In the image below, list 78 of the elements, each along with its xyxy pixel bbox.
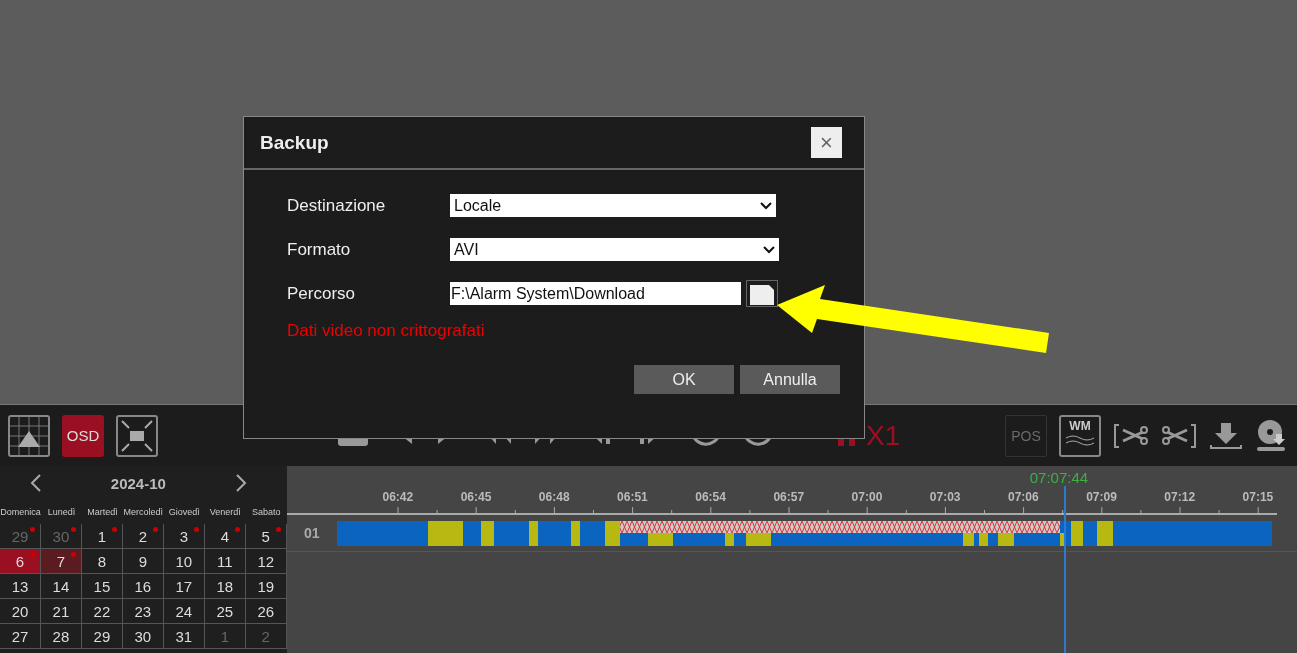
path-input-field[interactable]: F:\Alarm System\Download	[450, 282, 741, 305]
calendar-day[interactable]: 26	[245, 599, 287, 624]
calendar-day[interactable]: 19	[245, 574, 287, 599]
time-tick-label: 06:57	[772, 490, 806, 504]
time-tick-label: 07:09	[1085, 490, 1118, 504]
calendar-day[interactable]: 18	[204, 574, 246, 599]
field-label: Formato	[287, 239, 352, 260]
previous-month-icon[interactable]	[30, 474, 42, 492]
close-button[interactable]: ×	[811, 127, 842, 158]
calendar-day[interactable]: 30	[122, 624, 164, 649]
calendar-day[interactable]: 29	[81, 624, 123, 649]
watermark-button[interactable]: WM	[1059, 414, 1101, 457]
calendar-day[interactable]: 28	[40, 624, 82, 649]
speed-label: X1	[866, 419, 901, 452]
weekday-label: Domenica	[0, 506, 41, 519]
calendar-day[interactable]: 14	[40, 574, 82, 599]
playhead-line[interactable]	[1063, 486, 1066, 653]
calendar-day[interactable]: 11	[204, 549, 246, 574]
calendar-day[interactable]: 10	[163, 549, 205, 574]
time-tick-label: 06:45	[459, 490, 493, 504]
chevron-down-icon	[763, 245, 775, 254]
calendar-day[interactable]: 6	[0, 549, 41, 574]
calendar-day[interactable]: 7	[40, 549, 82, 574]
time-tick-label: 07:00	[850, 490, 884, 504]
calendar-day[interactable]: 1	[81, 524, 123, 549]
dialog-button[interactable]: OK	[634, 365, 734, 394]
calendar-day[interactable]: 12	[245, 549, 287, 574]
grid-layout-icon[interactable]	[8, 414, 50, 457]
time-tick-label: 06:42	[381, 490, 415, 504]
weekday-label: Sabato	[251, 506, 282, 519]
calendar-day[interactable]: 9	[122, 549, 164, 574]
field-label: Percorso	[287, 283, 357, 304]
weekday-label: Lunedì	[46, 506, 77, 519]
calendar-day[interactable]: 4	[204, 524, 246, 549]
weekday-label: Mercoledì	[122, 506, 164, 519]
fullscreen-icon[interactable]	[116, 414, 158, 457]
calendar-day[interactable]: 20	[0, 599, 41, 624]
calendar-day[interactable]: 25	[204, 599, 246, 624]
dropdown[interactable]: Locale	[450, 194, 776, 217]
dialog-button[interactable]: Annulla	[740, 365, 840, 394]
calendar-day[interactable]: 2	[122, 524, 164, 549]
calendar-day[interactable]: 23	[122, 599, 164, 624]
channel-label: 01	[302, 525, 321, 541]
weekday-label: Venerdì	[208, 506, 242, 519]
time-tick-label: 06:54	[694, 490, 727, 504]
calendar-day[interactable]: 5	[245, 524, 287, 549]
current-time: 07:07:44	[1029, 469, 1089, 486]
calendar-day[interactable]: 31	[163, 624, 205, 649]
calendar-day[interactable]: 17	[163, 574, 205, 599]
calendar-day[interactable]: 13	[0, 574, 41, 599]
warning-text: Dati video non crittografati	[287, 321, 486, 341]
calendar-day[interactable]: 8	[81, 549, 123, 574]
time-tick-label: 07:15	[1241, 490, 1275, 504]
calendar-day[interactable]: 27	[0, 624, 41, 649]
weekday-label: Martedì	[86, 506, 119, 519]
time-tick-label: 07:12	[1163, 490, 1197, 504]
download-icon[interactable]	[1209, 420, 1243, 451]
time-tick-label: 06:48	[537, 490, 571, 504]
calendar-day[interactable]: 15	[81, 574, 123, 599]
time-tick-label: 07:03	[928, 490, 962, 504]
calendar-day[interactable]: 16	[122, 574, 164, 599]
calendar-day[interactable]: 22	[81, 599, 123, 624]
osd-button[interactable]: OSD	[62, 414, 104, 457]
next-month-icon[interactable]	[234, 474, 247, 492]
wave-icon	[1066, 434, 1094, 447]
weekday-label: Giovedì	[167, 506, 201, 519]
dialog-title: Backup	[260, 131, 329, 154]
calendar-day[interactable]: 21	[40, 599, 82, 624]
disk-download-icon[interactable]	[1255, 418, 1287, 453]
browse-button[interactable]	[746, 280, 778, 307]
calendar-day[interactable]: 24	[163, 599, 205, 624]
dropdown[interactable]: AVI	[450, 238, 779, 261]
chevron-down-icon	[760, 201, 772, 210]
calendar-day[interactable]: 3	[163, 524, 205, 549]
time-tick-label: 07:06	[1007, 490, 1040, 504]
time-tick-label: 06:51	[616, 490, 649, 504]
field-label: Destinazione	[287, 195, 387, 216]
month-title: 2024-10	[110, 474, 166, 492]
